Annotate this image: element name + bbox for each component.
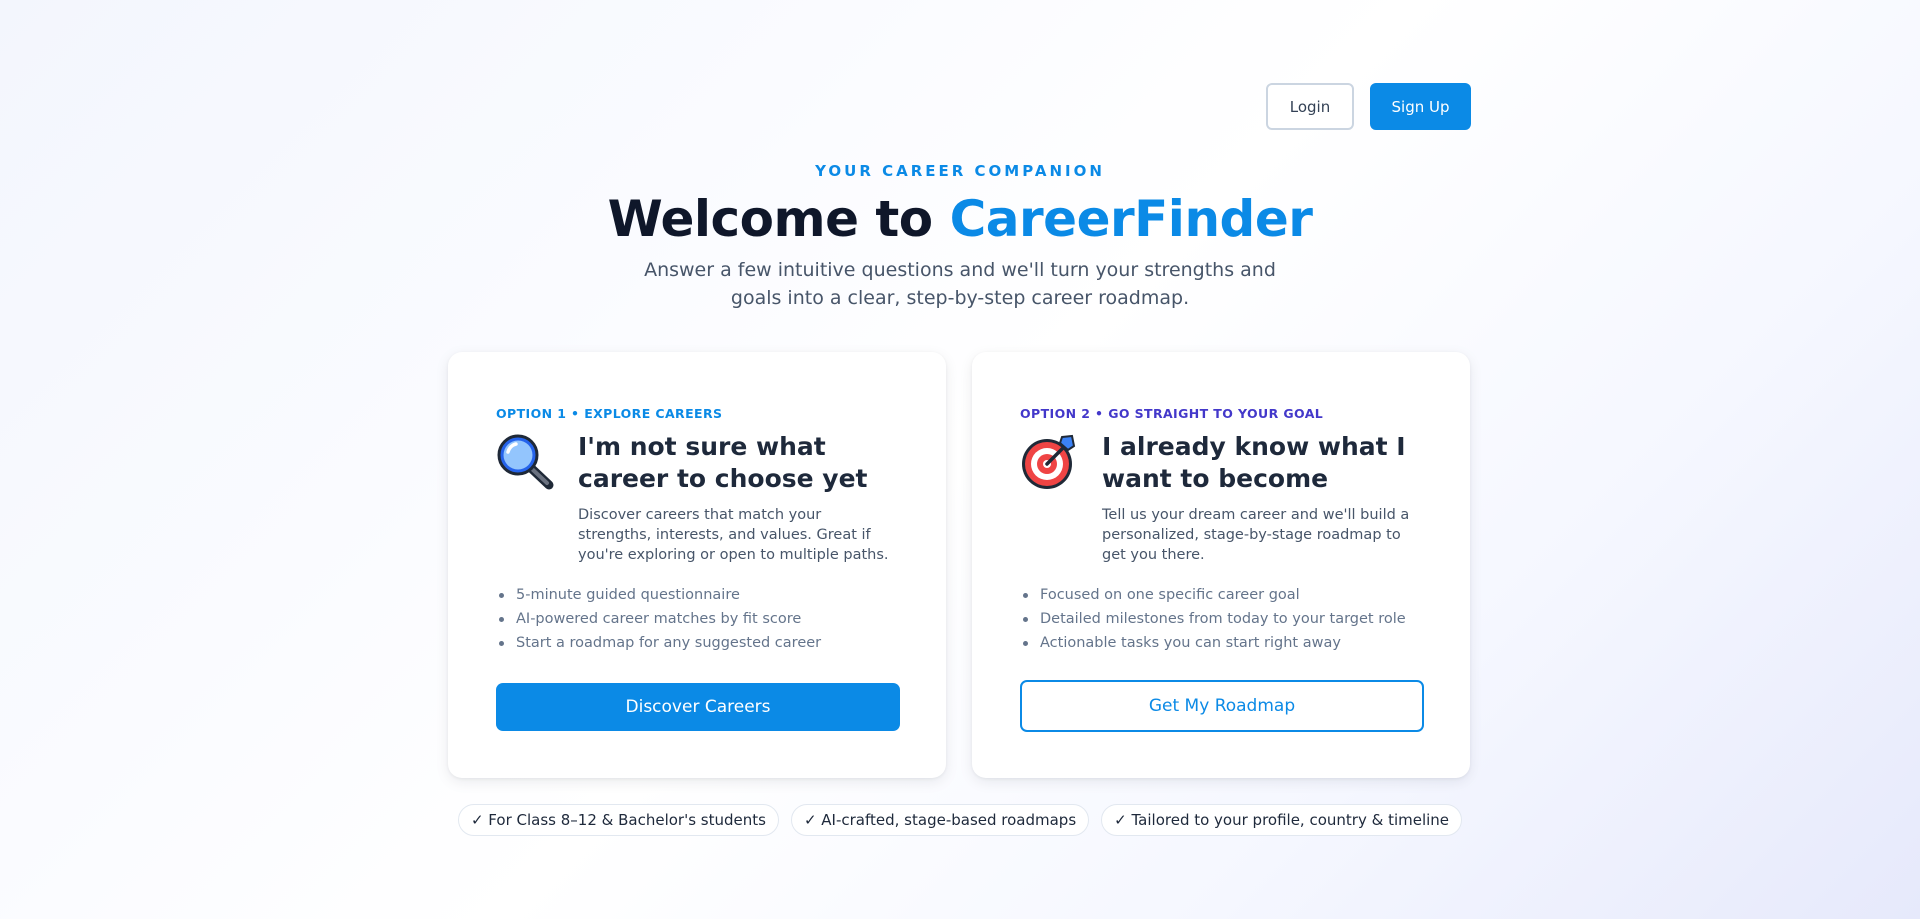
card-text: I already know what I want to become Tel… [1102,431,1422,565]
feature-list: Focused on one specific career goal Deta… [1020,583,1422,655]
option-label: OPTION 1 • EXPLORE CAREERS [496,406,723,421]
hero-section: YOUR CAREER COMPANION Welcome to CareerF… [0,162,1920,312]
badge-roadmaps: ✓ AI-crafted, stage-based roadmaps [790,804,1090,836]
card-title: I already know what I want to become [1102,432,1406,493]
feature-list: 5-minute guided questionnaire AI-powered… [496,583,898,655]
card-title: I'm not sure what career to choose yet [578,432,868,493]
target-icon [1022,434,1076,489]
benefit-badges: ✓ For Class 8–12 & Bachelor's students ✓… [0,804,1920,836]
login-button[interactable]: Login [1266,83,1354,130]
card-header: I already know what I want to become Tel… [1020,431,1422,565]
hero-eyebrow: YOUR CAREER COMPANION [815,162,1105,180]
title-prefix: Welcome to [607,190,950,248]
card-description: Discover careers that match your strengt… [578,507,889,563]
badge-tailored: ✓ Tailored to your profile, country & ti… [1101,804,1463,836]
discover-careers-button[interactable]: Discover Careers [496,683,900,731]
card-text: I'm not sure what career to choose yet D… [578,431,898,565]
hero-subtitle: Answer a few intuitive questions and we'… [644,259,1276,309]
feature-item: Start a roadmap for any suggested career [496,631,898,655]
feature-item: Detailed milestones from today to your t… [1020,607,1422,631]
option-card-explore: OPTION 1 • EXPLORE CAREERS I'm not sure … [448,352,946,778]
landing-page: Login Sign Up YOUR CAREER COMPANION Welc… [0,0,1920,919]
option-label: OPTION 2 • GO STRAIGHT TO YOUR GOAL [1020,406,1324,421]
card-header: I'm not sure what career to choose yet D… [496,431,898,565]
auth-buttons: Login Sign Up [1266,83,1471,130]
feature-item: Actionable tasks you can start right awa… [1020,631,1422,655]
get-my-roadmap-button[interactable]: Get My Roadmap [1020,680,1424,732]
magnifying-glass-icon [497,434,554,490]
badge-students: ✓ For Class 8–12 & Bachelor's students [457,804,779,836]
card-description: Tell us your dream career and we'll buil… [1102,507,1410,563]
feature-item: 5-minute guided questionnaire [496,583,898,607]
page-title: Welcome to CareerFinder [0,190,1920,248]
signup-button[interactable]: Sign Up [1370,83,1471,130]
feature-item: AI-powered career matches by fit score [496,607,898,631]
option-card-goal: OPTION 2 • GO STRAIGHT TO YOUR GOAL I al… [972,352,1470,778]
feature-item: Focused on one specific career goal [1020,583,1422,607]
brand-name: CareerFinder [949,190,1313,248]
